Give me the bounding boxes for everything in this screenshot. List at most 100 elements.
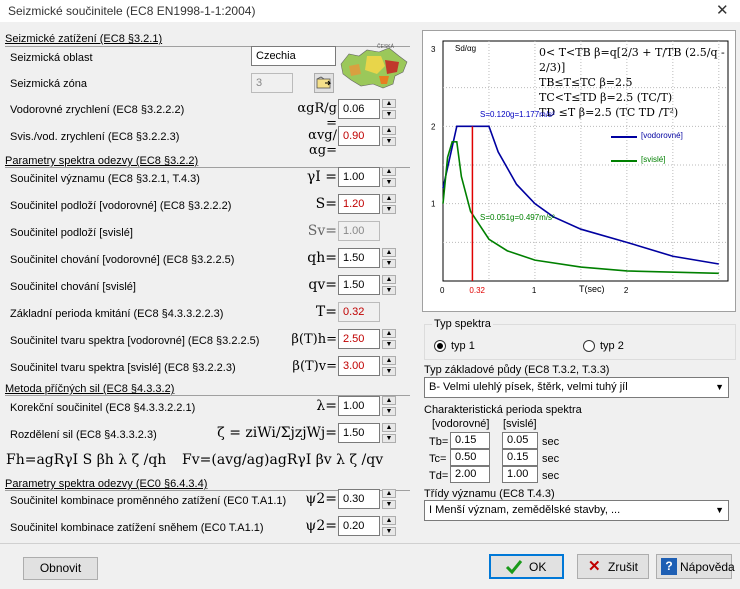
chevron-down-icon: ▼ [715,505,724,515]
seismic-zone-field[interactable]: 3 [251,73,293,93]
shape-vertical-label: Součinitel tvaru spektra [svislé] (EC8 §… [10,362,236,374]
section-seismic-load: Seizmické zatížení (EC8 §3.2.1) [5,33,163,45]
ok-button[interactable]: OK [489,554,564,579]
importance-class-select[interactable]: I Menší význam, zemědělské stavby, ... ▼ [424,500,729,521]
tb-unit: sec [542,436,560,448]
tb-vertical-field[interactable]: 0.05 [502,432,538,449]
col-vertical-label: [svislé] [503,418,537,430]
shape-horizontal-field[interactable]: 2.50 [338,329,380,349]
seismic-map-thumbnail[interactable]: ČESKÁ [337,42,411,94]
help-icon: ? [661,558,677,575]
close-icon[interactable]: ✕ [716,1,729,19]
spectrum-type-label: Typ spektra [432,318,493,330]
combination-spinner[interactable]: ▲ ▼ [382,489,396,509]
td-horizontal-field[interactable]: 2.00 [450,466,490,483]
formula-line-4: TD ≤T β=2.5 (TC TD /T²) [539,106,679,119]
importance-label: Součinitel významu (EC8 §3.2.1, T.4.3) [10,173,200,185]
behaviour-horizontal-label: Součinitel chování [vodorovné] (EC8 §3.2… [10,254,235,266]
soil-vertical-field[interactable]: 1.00 [338,221,380,241]
importance-spinner[interactable]: ▲ ▼ [382,167,396,187]
correction-field[interactable]: 1.00 [338,396,380,416]
shape-vertical-spinner[interactable]: ▲ ▼ [382,356,396,376]
ok-label: OK [529,560,547,574]
snow-field[interactable]: 0.20 [338,516,380,536]
td-vertical-field[interactable]: 1.00 [502,466,538,483]
correction-label: Korekční součinitel (EC8 §4.3.3.2.2.1) [10,402,196,414]
tb-horizontal-field[interactable]: 0.15 [450,432,490,449]
col-horizontal-label: [vodorovné] [432,418,490,430]
section-ec0: Parametry spektra odezvy (EC0 §6.4.3.4) [5,478,208,490]
shape-horizontal-symbol: β(T)h= [291,332,337,347]
shape-horizontal-spinner[interactable]: ▲ ▼ [382,329,396,349]
behaviour-horizontal-field[interactable]: 1.50 [338,248,380,268]
soil-horizontal-field[interactable]: 1.20 [338,194,380,214]
chart-ylabel: Sd/αg [455,44,477,53]
shape-vertical-field[interactable]: 3.00 [338,356,380,376]
annotation-vertical: S=0.051g=0.497m/s² [480,213,555,222]
pick-zone-button[interactable] [314,73,334,93]
soil-horizontal-spinner[interactable]: ▲ ▼ [382,194,396,214]
distribution-field[interactable]: 1.50 [338,423,380,443]
tc-unit: sec [542,453,560,465]
seismic-zone-label: Seizmická zóna [10,78,88,90]
correction-spinner[interactable]: ▲ ▼ [382,396,396,416]
seismic-area-field[interactable]: Czechia [251,46,336,66]
chart-xlabel: T(sec) [579,284,605,294]
distribution-spinner[interactable]: ▲ ▼ [382,423,396,443]
td-label: Td= [429,470,449,482]
spectrum-type1-label[interactable]: typ 1 [451,340,475,352]
horizontal-accel-symbol: αgR/g = [297,101,337,131]
help-button[interactable]: ? Nápověda [656,554,735,579]
tc-vertical-field[interactable]: 0.15 [502,449,538,466]
soil-type-select[interactable]: B- Velmi ulehlý písek, štěrk, velmi tuhý… [424,377,729,398]
tc-horizontal-field[interactable]: 0.50 [450,449,490,466]
formula-line-1: 0< T<TB β=q[2/3 + T/TB (2.5/q - 2/3)] [539,46,725,74]
distribution-label: Rozdělení sil (EC8 §4.3.3.2.3) [10,429,157,441]
correction-symbol: λ= [316,398,337,414]
soil-vertical-label: Součinitel podloží [svislé] [10,227,133,239]
shape-vertical-symbol: β(T)v= [292,359,337,374]
restore-button[interactable]: Obnovit [23,557,98,580]
check-icon [505,560,523,575]
behaviour-vertical-spinner[interactable]: ▲ ▼ [382,275,396,295]
period-field[interactable]: 0.32 [338,302,380,322]
importance-field[interactable]: 1.00 [338,167,380,187]
behaviour-horizontal-spinner[interactable]: ▲ ▼ [382,248,396,268]
vertical-ratio-spinner[interactable]: ▲ ▼ [382,126,396,146]
x-tick-label: 0 [440,286,445,295]
shape-horizontal-label: Součinitel tvaru spektra [vodorovné] (EC… [10,335,260,347]
close-icon: ✕ [588,558,601,575]
combination-label: Součinitel kombinace proměnného zatížení… [10,495,287,507]
legend-vertical: [svislé] [641,155,666,164]
horizontal-accel-spinner[interactable]: ▲ ▼ [382,99,396,119]
help-label: Nápověda [680,560,735,574]
formula-line-3: TC<T≤TD β=2.5 (TC/T) [539,91,673,104]
behaviour-vertical-field[interactable]: 1.50 [338,275,380,295]
char-period-label: Charakteristická perioda spektra [424,404,582,416]
tb-label: Tb= [429,436,449,448]
spectrum-type2-label[interactable]: typ 2 [600,340,624,352]
y-tick-label: 1 [431,200,436,209]
snow-symbol: ψ2= [305,518,337,534]
folder-icon [316,76,332,89]
section-lateral-force: Metoda příčných sil (EC8 §4.3.3.2) [5,383,175,395]
combination-field[interactable]: 0.30 [338,489,380,509]
spectrum-type2-radio[interactable] [583,340,595,352]
behaviour-vertical-symbol: qv= [308,277,337,293]
horizontal-accel-field[interactable]: 0.06 [338,99,380,119]
cancel-button[interactable]: ✕ Zrušit [577,554,649,579]
soil-type-label: Typ základové půdy (EC8 T.3.2, T.3.3) [424,364,610,376]
y-tick-label: 2 [431,122,436,131]
vertical-ratio-field[interactable]: 0.90 [338,126,380,146]
y-tick-label: 3 [431,45,436,54]
section-spectrum: Parametry spektra odezvy (EC8 §3.2.2) [5,155,199,167]
seismic-area-label: Seizmická oblast [10,52,93,64]
cancel-label: Zrušit [608,560,638,574]
behaviour-vertical-label: Součinitel chování [svislé] [10,281,136,293]
annotation-horizontal: S=0.120g=1.177m/s² [480,110,555,119]
spectrum-type1-radio[interactable] [434,340,446,352]
vertical-ratio-label: Svis./vod. zrychlení (EC8 §3.2.2.3) [10,131,180,143]
snow-spinner[interactable]: ▲ ▼ [382,516,396,536]
vertical-ratio-symbol: αvg/αg= [308,128,337,158]
title-bar: Seizmické součinitele (EC8 EN1998-1-1:20… [0,0,740,22]
